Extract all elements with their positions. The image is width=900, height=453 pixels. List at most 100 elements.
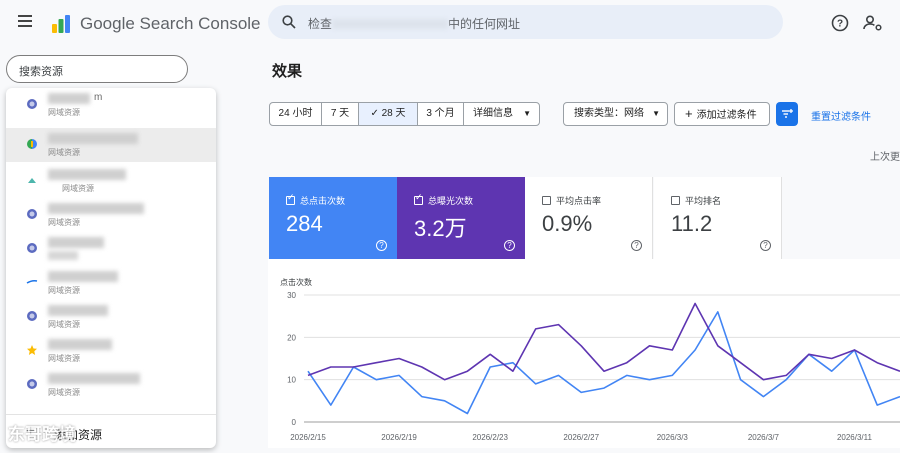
leaf-icon bbox=[28, 178, 36, 183]
search-console-logo bbox=[52, 15, 70, 33]
filter-edit-icon[interactable] bbox=[776, 102, 798, 126]
property-type: 网域资源 bbox=[48, 286, 80, 295]
metric-value: 284 bbox=[286, 211, 323, 236]
property-item[interactable]: 网域资源 bbox=[6, 198, 216, 232]
dropdown-arrow-icon: ▼ bbox=[652, 109, 660, 118]
globe-icon bbox=[27, 99, 37, 109]
page-title: 效果 bbox=[272, 63, 303, 80]
redacted-property-name bbox=[48, 305, 108, 316]
search-type-button[interactable]: 搜索类型：网络 ▼ bbox=[563, 102, 668, 126]
y-tick-label: 10 bbox=[287, 376, 296, 385]
y-axis-label: 点击次数 bbox=[280, 277, 312, 287]
dropdown-arrow-icon: ▼ bbox=[523, 109, 531, 118]
redacted-domain bbox=[332, 19, 449, 29]
property-item[interactable]: 网域资源 bbox=[6, 164, 216, 198]
plus-icon: + bbox=[685, 106, 693, 121]
placeholder-end: 中的任何网址 bbox=[448, 17, 521, 31]
property-type: 网域资源 bbox=[48, 148, 80, 157]
url-inspection-search[interactable]: 检查 中的任何网址 bbox=[268, 5, 783, 39]
property-item[interactable]: m 网域资源 bbox=[6, 88, 216, 122]
series-line-clicks bbox=[307, 311, 900, 415]
metric-card-position[interactable]: 平均排名 11.2 ? bbox=[654, 177, 782, 259]
globe-icon bbox=[27, 209, 37, 219]
property-item[interactable]: 网域资源 bbox=[6, 334, 216, 368]
property-type: 网域资源 bbox=[48, 354, 80, 363]
x-tick-label: 2026/2/27 bbox=[563, 433, 599, 442]
metric-card-ctr[interactable]: 平均点击率 0.9% ? bbox=[525, 177, 653, 259]
help-icon[interactable]: ? bbox=[760, 240, 771, 251]
search-type-label: 搜索类型：网络 bbox=[574, 108, 644, 119]
series-line-impressions bbox=[307, 302, 900, 381]
metric-card-impressions[interactable]: ✓ 总曝光次数 3.2万 ? bbox=[397, 177, 525, 259]
add-filter-button[interactable]: + 添加过滤条件 bbox=[674, 102, 770, 126]
more-details-label: 详细信息 bbox=[473, 108, 513, 119]
range-7d-button[interactable]: 7 天 bbox=[321, 102, 359, 126]
globe-icon bbox=[27, 379, 37, 389]
checkbox-unchecked-icon bbox=[671, 196, 680, 205]
add-filter-label: 添加过滤条件 bbox=[696, 110, 757, 121]
range-28d-label: 28 天 bbox=[381, 108, 406, 119]
property-item-selected[interactable]: 网域资源 bbox=[6, 128, 216, 162]
placeholder-start: 检查 bbox=[308, 17, 333, 31]
property-type: 网域资源 bbox=[48, 320, 80, 329]
help-icon[interactable]: ? bbox=[376, 240, 387, 251]
redacted-property-name bbox=[48, 339, 112, 350]
performance-chart: 点击次数 0 10 20 30 2026/2/15 2026/2/19 2026/2/23 20… bbox=[280, 277, 900, 442]
redacted-property-type bbox=[48, 251, 78, 260]
property-item[interactable]: 网域资源 bbox=[6, 266, 216, 300]
globe-icon bbox=[27, 243, 37, 253]
more-details-button[interactable]: 详细信息 ▼ bbox=[463, 102, 540, 126]
y-tick-label: 20 bbox=[287, 333, 296, 342]
property-search-input[interactable]: 搜索资源 bbox=[6, 55, 188, 83]
redacted-property-name bbox=[48, 373, 140, 384]
watermark-text: 东哥跨境 bbox=[8, 425, 76, 444]
redacted-property-name bbox=[48, 93, 90, 104]
range-24h-button[interactable]: 24 小时 bbox=[269, 102, 322, 126]
x-tick-label: 2026/2/23 bbox=[472, 433, 508, 442]
property-item[interactable]: 网域资源 bbox=[6, 300, 216, 334]
metric-label: 总点击次数 bbox=[300, 196, 346, 206]
reset-filters-link[interactable]: 重置过滤条件 bbox=[811, 108, 871, 123]
manage-users-icon[interactable] bbox=[861, 11, 885, 35]
redacted-property-name bbox=[48, 237, 104, 248]
x-tick-label: 2026/3/3 bbox=[657, 433, 689, 442]
metric-label: 平均点击率 bbox=[556, 196, 602, 206]
check-icon: ✓ bbox=[415, 192, 423, 202]
metric-label: 总曝光次数 bbox=[428, 196, 474, 206]
performance-chart-panel: 点击次数 0 10 20 30 2026/2/15 2026/2/19 2026/2/23 20… bbox=[268, 259, 900, 448]
property-item[interactable] bbox=[6, 232, 216, 266]
help-icon[interactable]: ? bbox=[828, 11, 852, 35]
range-28d-button[interactable]: ✓ 28 天 bbox=[358, 102, 418, 126]
globe-icon bbox=[27, 311, 37, 321]
swoosh-icon bbox=[26, 279, 38, 284]
redacted-property-name bbox=[48, 133, 138, 144]
redacted-property-name bbox=[48, 169, 126, 180]
metric-value: 11.2 bbox=[671, 211, 713, 236]
app-title: Google Search Console bbox=[80, 14, 261, 33]
sc-multicolor-icon bbox=[27, 139, 37, 149]
range-3m-button[interactable]: 3 个月 bbox=[417, 102, 464, 126]
svg-text:?: ? bbox=[837, 19, 843, 30]
search-icon bbox=[282, 15, 296, 29]
property-type: 网域资源 bbox=[62, 184, 94, 193]
url-inspection-placeholder: 检查 中的任何网址 bbox=[308, 15, 520, 32]
main-menu-icon[interactable] bbox=[18, 15, 32, 29]
checkbox-unchecked-icon bbox=[542, 196, 551, 205]
metric-value: 0.9% bbox=[542, 211, 593, 236]
y-tick-label: 0 bbox=[292, 418, 297, 427]
check-icon: ✓ bbox=[287, 192, 295, 202]
property-type: 网域资源 bbox=[48, 218, 80, 227]
redacted-property-name bbox=[48, 271, 118, 282]
property-name-tail: m bbox=[94, 92, 103, 103]
x-tick-label: 2026/3/11 bbox=[837, 433, 873, 442]
x-tick-label: 2026/3/7 bbox=[748, 433, 780, 442]
metric-card-clicks[interactable]: ✓ 总点击次数 284 ? bbox=[269, 177, 397, 259]
metric-value: 3.2万 bbox=[414, 216, 467, 241]
property-dropdown: m 网域资源 网域资源 网域资源 网域资源 网域资源 网域资源 网域资源 网域资… bbox=[6, 88, 216, 448]
help-icon[interactable]: ? bbox=[504, 240, 515, 251]
help-icon[interactable]: ? bbox=[631, 240, 642, 251]
property-type: 网域资源 bbox=[48, 388, 80, 397]
metric-label: 平均排名 bbox=[685, 196, 722, 206]
star-icon bbox=[27, 345, 37, 355]
property-item[interactable]: 网域资源 bbox=[6, 368, 216, 402]
